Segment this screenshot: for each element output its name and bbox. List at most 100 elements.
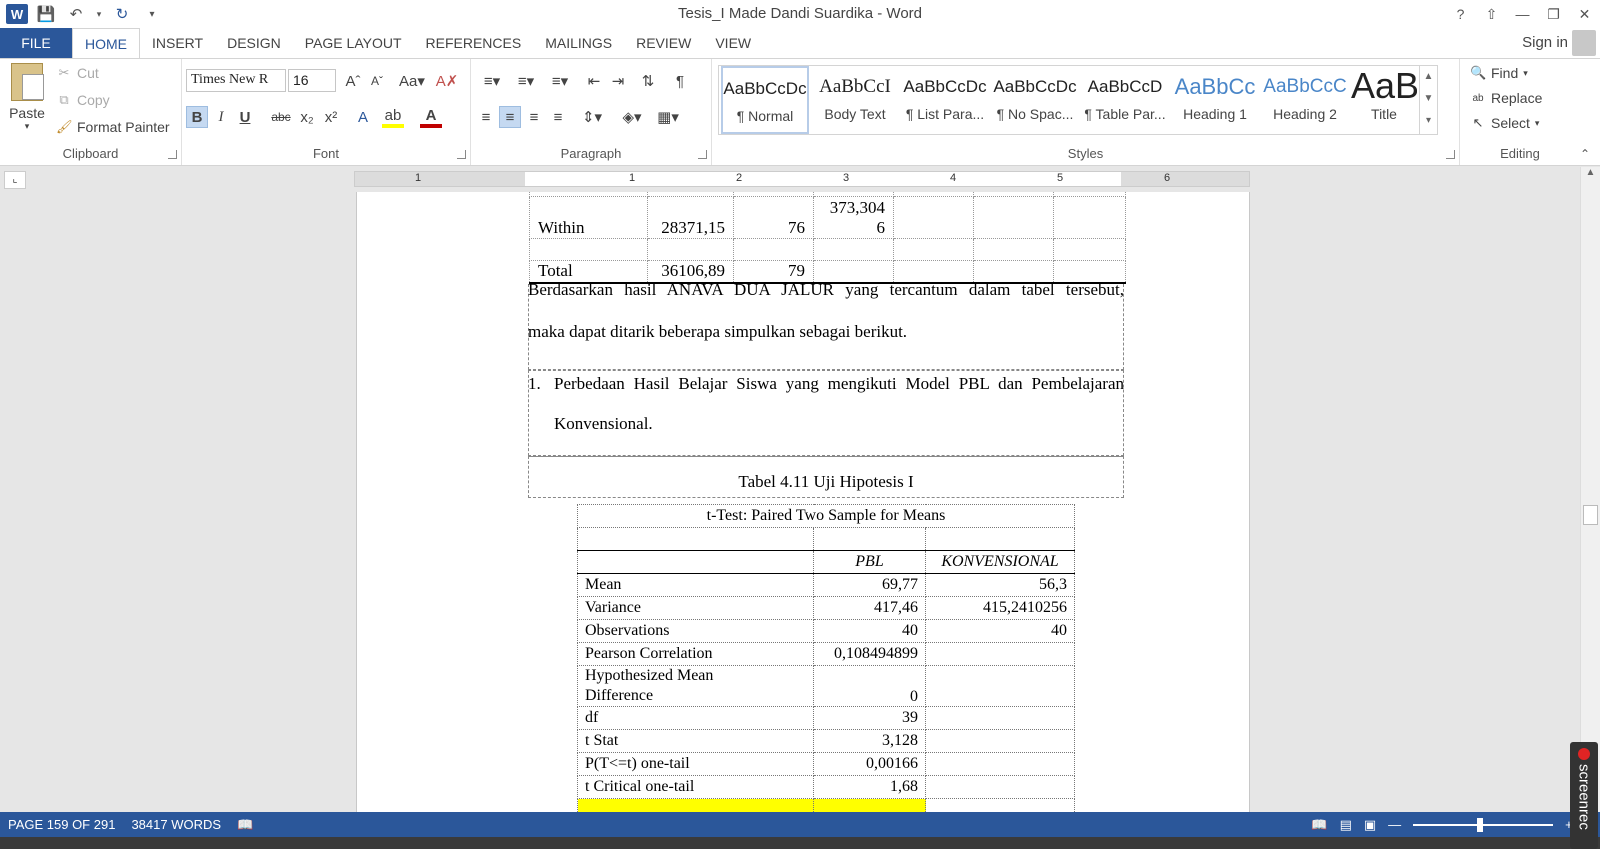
style-no-spacing[interactable]: AaBbCcDc ¶ No Spac... (991, 66, 1079, 134)
line-spacing-icon[interactable]: ⇕▾ (577, 106, 607, 128)
italic-button[interactable]: I (210, 106, 232, 128)
ruler-number: 2 (736, 172, 743, 184)
style-heading-1[interactable]: AaBbCc Heading 1 (1171, 66, 1259, 134)
customize-qat-icon[interactable]: ▾ (140, 3, 164, 25)
align-center-icon[interactable]: ≡ (499, 106, 521, 128)
style-body-text[interactable]: AaBbCcI Body Text (811, 66, 899, 134)
align-left-icon[interactable]: ≡ (475, 106, 497, 128)
replace-button[interactable]: ab Replace (1470, 90, 1542, 106)
tab-file[interactable]: FILE (0, 28, 72, 58)
clipboard-launcher-icon[interactable] (168, 150, 177, 159)
font-name-combo[interactable]: Times New R (186, 69, 286, 92)
read-mode-icon[interactable]: 📖 (1311, 817, 1327, 833)
sign-in-link[interactable]: Sign in (1522, 34, 1568, 51)
subscript-button[interactable]: x₂ (296, 106, 318, 128)
text-effects-icon[interactable]: A (352, 106, 374, 128)
ruler-row: ⌞ 1 1 2 3 4 5 6 (0, 167, 1600, 192)
format-painter-button[interactable]: 🖌 Format Painter (56, 119, 170, 135)
multilevel-list-icon[interactable]: ≡▾ (545, 70, 575, 92)
bold-button[interactable]: B (186, 106, 208, 128)
cut-button[interactable]: ✂ Cut (56, 65, 99, 81)
borders-icon[interactable]: ▦▾ (653, 106, 683, 128)
avatar[interactable] (1572, 30, 1596, 56)
increase-indent-icon[interactable]: ⇥ (607, 70, 629, 92)
pbl-value: 0,108494899 (813, 642, 926, 666)
underline-button[interactable]: U (234, 106, 256, 128)
document-page[interactable]: Within 28371,15 76 373,304 6 Total 36106… (356, 192, 1250, 812)
styles-gallery-scroll[interactable]: ▲ ▼ ▾ (1419, 66, 1437, 134)
paragraph-launcher-icon[interactable] (698, 150, 707, 159)
chevron-down-icon[interactable]: ▼ (1420, 88, 1437, 110)
word-app-icon[interactable]: W (6, 4, 28, 24)
find-button[interactable]: 🔍 Find ▾ (1470, 65, 1528, 81)
ms-value: 373,304 6 (813, 196, 894, 239)
undo-icon[interactable]: ↶ (64, 3, 88, 25)
highlight-color-icon[interactable]: ab (382, 106, 404, 128)
zoom-slider[interactable] (1413, 817, 1554, 832)
font-size-combo[interactable]: 16 (288, 69, 336, 92)
show-formatting-marks-icon[interactable]: ¶ (669, 70, 691, 92)
more-styles-icon[interactable]: ▾ (1420, 110, 1437, 132)
grow-font-icon[interactable]: Aˆ (342, 70, 364, 92)
tab-references[interactable]: REFERENCES (414, 28, 534, 58)
strikethrough-button[interactable]: abc (268, 106, 294, 128)
undo-dropdown-icon[interactable]: ▾ (94, 3, 104, 25)
justify-icon[interactable]: ≡ (547, 106, 569, 128)
scroll-thumb[interactable] (1583, 505, 1598, 525)
zoom-out-icon[interactable]: — (1388, 817, 1401, 832)
decrease-indent-icon[interactable]: ⇤ (583, 70, 605, 92)
redo-icon[interactable]: ↻ (110, 3, 134, 25)
tab-mailings[interactable]: MAILINGS (533, 28, 624, 58)
change-case-icon[interactable]: Aa▾ (396, 70, 428, 92)
tab-selector-icon[interactable]: ⌞ (4, 171, 26, 189)
scroll-up-icon[interactable]: ▲ (1581, 167, 1600, 178)
font-color-icon[interactable]: A (420, 106, 442, 128)
font-launcher-icon[interactable] (457, 150, 466, 159)
close-button[interactable]: ✕ (1569, 0, 1600, 28)
superscript-button[interactable]: x² (320, 106, 342, 128)
tab-review[interactable]: REVIEW (624, 28, 703, 58)
bullets-icon[interactable]: ≡▾ (477, 70, 507, 92)
sort-icon[interactable]: ⇅ (637, 70, 659, 92)
shading-icon[interactable]: ◈▾ (617, 106, 647, 128)
proofing-icon[interactable]: 📖 (229, 817, 261, 833)
collapse-ribbon-icon[interactable]: ⌃ (1580, 147, 1590, 161)
align-right-icon[interactable]: ≡ (523, 106, 545, 128)
print-layout-icon[interactable]: ▤ (1340, 817, 1352, 833)
style-list-paragraph[interactable]: AaBbCcDc ¶ List Para... (901, 66, 989, 134)
word-count[interactable]: 38417 WORDS (123, 817, 229, 832)
vertical-scrollbar[interactable]: ▲ (1580, 167, 1600, 812)
tab-view[interactable]: VIEW (703, 28, 763, 58)
tab-home[interactable]: HOME (72, 28, 140, 59)
chevron-up-icon[interactable]: ▲ (1420, 66, 1437, 88)
style-heading-2[interactable]: AaBbCcC Heading 2 (1261, 66, 1349, 134)
tab-design[interactable]: DESIGN (215, 28, 293, 58)
shrink-font-icon[interactable]: Aˇ (366, 70, 388, 92)
style-normal[interactable]: AaBbCcDc ¶ Normal (721, 66, 809, 134)
ribbon-display-options-icon[interactable]: ⇧ (1476, 0, 1507, 28)
restore-button[interactable]: ❐ (1538, 0, 1569, 28)
ttest-title: t-Test: Paired Two Sample for Means (577, 504, 1075, 528)
save-icon[interactable]: 💾 (34, 3, 58, 25)
numbering-icon[interactable]: ≡▾ (511, 70, 541, 92)
tab-insert[interactable]: INSERT (140, 28, 215, 58)
clear-formatting-icon[interactable]: A✗ (436, 70, 459, 92)
screen-recorder-badge[interactable]: screenrec (1570, 742, 1598, 849)
row-label: Within (529, 196, 648, 239)
style-title[interactable]: AaBl Title (1351, 66, 1417, 134)
style-table-paragraph[interactable]: AaBbCcD ¶ Table Par... (1081, 66, 1169, 134)
page-count[interactable]: PAGE 159 OF 291 (0, 817, 123, 832)
zoom-thumb[interactable] (1477, 817, 1484, 832)
web-layout-icon[interactable]: ▣ (1364, 817, 1376, 833)
select-button[interactable]: ↖ Select ▾ (1470, 115, 1540, 131)
help-button[interactable]: ? (1445, 0, 1476, 28)
scissors-icon: ✂ (58, 65, 70, 80)
copy-button[interactable]: ⧉ Copy (56, 92, 109, 108)
paste-button[interactable]: Paste ▾ (6, 63, 48, 132)
tab-page-layout[interactable]: PAGE LAYOUT (293, 28, 414, 58)
horizontal-ruler[interactable]: 1 1 2 3 4 5 6 (354, 171, 1250, 187)
minimize-button[interactable]: — (1507, 0, 1538, 28)
table-row: Within 28371,15 76 373,304 6 (529, 196, 1126, 239)
ms-value-line2: 6 (876, 217, 886, 237)
styles-launcher-icon[interactable] (1446, 150, 1455, 159)
